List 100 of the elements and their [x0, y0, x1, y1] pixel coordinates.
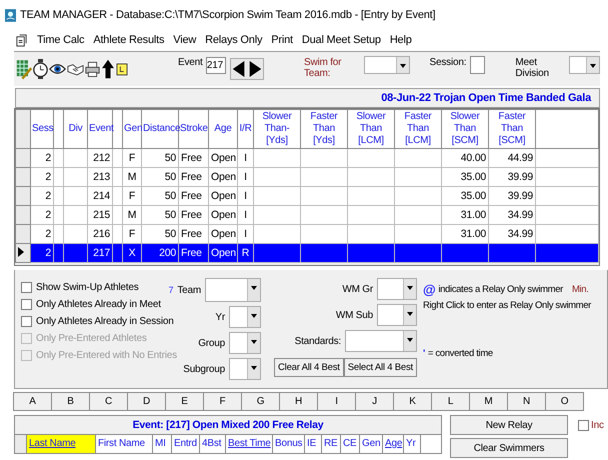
- menu-item[interactable]: View: [173, 34, 196, 46]
- dropdown[interactable]: [345, 330, 417, 352]
- sheet-column-header[interactable]: B: [51, 392, 90, 411]
- checkbox[interactable]: [21, 282, 32, 293]
- menu-item[interactable]: Print: [271, 34, 293, 46]
- column-header[interactable]: Yr: [404, 435, 421, 453]
- menu-item[interactable]: Relays Only: [205, 34, 262, 46]
- menu-item[interactable]: Dual Meet Setup: [302, 34, 381, 46]
- table-cell: Free: [181, 209, 202, 221]
- column-header[interactable]: Bonus: [273, 435, 305, 453]
- column-header[interactable]: RE: [322, 435, 341, 453]
- next-icon[interactable]: [246, 59, 263, 79]
- sheet-column-header[interactable]: A: [13, 392, 52, 411]
- sheet-column-header[interactable]: D: [127, 392, 166, 411]
- column-header[interactable]: I/R: [238, 110, 254, 148]
- column-header[interactable]: First Name: [96, 435, 153, 453]
- column-header[interactable]: Distance: [142, 110, 178, 148]
- checkbox-label: Show Swim-Up Athletes: [36, 282, 139, 293]
- previous-icon[interactable]: [230, 59, 247, 79]
- app-icon: [5, 8, 16, 22]
- checkbox[interactable]: [21, 299, 32, 310]
- sheet-column-header[interactable]: G: [241, 392, 280, 411]
- menu-item[interactable]: Help: [390, 34, 412, 46]
- column-header-link[interactable]: Best Time: [226, 435, 273, 453]
- column-header[interactable]: Div: [64, 110, 88, 148]
- checkbox[interactable]: [578, 420, 589, 431]
- action-button[interactable]: Clear All 4 Best: [274, 358, 344, 377]
- column-header[interactable]: Slower Than-[Yds]: [254, 110, 300, 148]
- column-header[interactable]: MI: [153, 435, 172, 453]
- column-header[interactable]: Entrd: [172, 435, 200, 453]
- table-cell: 214: [93, 190, 110, 202]
- relay-button[interactable]: Clear Swimmers: [450, 438, 568, 458]
- column-header[interactable]: Faster Than [LCM]: [394, 110, 442, 148]
- table-cell: Open: [211, 190, 236, 202]
- sheet-column-header[interactable]: L: [431, 392, 470, 411]
- sheet-column-header[interactable]: F: [203, 392, 242, 411]
- dropdown[interactable]: [229, 332, 261, 354]
- dropdown[interactable]: [205, 278, 261, 302]
- table-cell: M: [128, 171, 136, 183]
- table-cell: M: [128, 209, 136, 221]
- stopwatch-icon[interactable]: [33, 58, 48, 80]
- table-cell: 50: [164, 152, 176, 164]
- sheet-column-header[interactable]: J: [355, 392, 394, 411]
- action-button[interactable]: Select All 4 Best: [344, 358, 417, 377]
- dropdown[interactable]: [377, 304, 417, 326]
- sheet-column-header[interactable]: I: [317, 392, 356, 411]
- relay-button[interactable]: New Relay: [450, 415, 568, 435]
- column-header[interactable]: Age: [208, 110, 238, 148]
- sheet-column-header[interactable]: O: [545, 392, 584, 411]
- dropdown-label: WM Gr: [342, 284, 373, 294]
- table-cell: Free: [181, 152, 202, 164]
- table-cell: 31.00: [460, 228, 486, 240]
- dropdown[interactable]: [377, 278, 417, 300]
- table-cell: 2: [45, 152, 51, 164]
- table-row[interactable]: 2 213 M 50 Free Open I 35.00 39.99: [16, 168, 598, 186]
- table-row[interactable]: 2 215 M 50 Free Open I 31.00 34.99: [16, 206, 598, 224]
- column-header[interactable]: CE: [341, 435, 360, 453]
- column-header[interactable]: Faster Than [SCM]: [488, 110, 536, 148]
- grid-pencil-icon[interactable]: [16, 58, 32, 80]
- document-icon[interactable]: [15, 34, 28, 46]
- column-header[interactable]: Slower Than [SCM]: [442, 110, 488, 148]
- sheet-column-header[interactable]: M: [469, 392, 508, 411]
- table-cell: Open: [211, 171, 236, 183]
- column-header[interactable]: Event: [88, 110, 112, 148]
- column-header[interactable]: Faster Than [Yds]: [300, 110, 348, 148]
- dropdown[interactable]: [229, 358, 261, 380]
- menu-item[interactable]: Time Calc: [37, 34, 84, 46]
- navigation-buttons[interactable]: [230, 58, 264, 80]
- column-header-link[interactable]: Last Name: [27, 435, 96, 453]
- row-selector[interactable]: [16, 244, 30, 262]
- table-cell: 34.99: [508, 209, 533, 221]
- menu-item[interactable]: Athlete Results: [93, 34, 164, 46]
- session-field[interactable]: [470, 56, 486, 74]
- sheet-column-header[interactable]: E: [165, 392, 204, 411]
- table-row[interactable]: 2 217 X 200 Free Open R: [16, 244, 598, 262]
- sheet-column-header[interactable]: H: [279, 392, 318, 411]
- checkbox[interactable]: [21, 316, 32, 327]
- up-arrow-icon[interactable]: [101, 58, 115, 80]
- column-header[interactable]: 4Bst: [200, 435, 226, 453]
- column-header[interactable]: Stroke: [178, 110, 208, 148]
- column-header[interactable]: Gen: [360, 435, 383, 453]
- sheet-column-header[interactable]: N: [507, 392, 546, 411]
- table-row[interactable]: 2 214 F 50 Free Open I 35.00 39.99: [16, 186, 598, 206]
- column-header[interactable]: Gen: [122, 110, 142, 148]
- column-header[interactable]: Slower Than [LCM]: [348, 110, 394, 148]
- column-header[interactable]: Sess: [30, 110, 54, 148]
- column-header[interactable]: IE: [305, 435, 322, 453]
- table-row[interactable]: 2 212 F 50 Free Open I 40.00 44.99: [16, 148, 598, 168]
- table-cell: Open: [211, 209, 236, 221]
- event-field[interactable]: 217: [206, 57, 226, 74]
- meet-division-dropdown[interactable]: [568, 56, 600, 74]
- column-header-link[interactable]: Age: [383, 435, 404, 453]
- sheet-column-header[interactable]: C: [89, 392, 128, 411]
- team-dropdown[interactable]: [364, 56, 410, 74]
- dropdown[interactable]: [229, 306, 261, 328]
- dropdown-label: Group: [198, 338, 225, 348]
- table-cell: 50: [164, 209, 176, 221]
- table-row[interactable]: 2 216 F 50 Free Open I 31.00 34.99: [16, 224, 598, 244]
- sheet-column-header[interactable]: K: [393, 392, 432, 411]
- converted-symbol: ': [423, 348, 425, 359]
